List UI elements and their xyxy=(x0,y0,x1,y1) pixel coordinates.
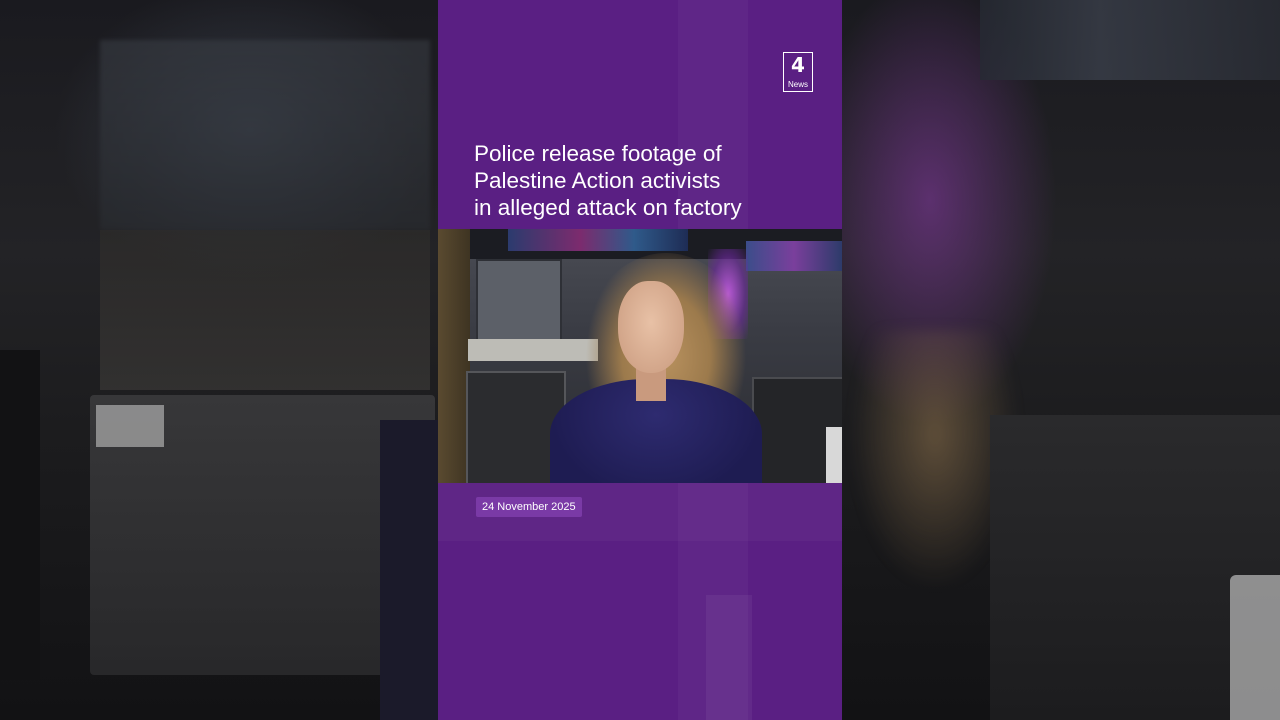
headline-line: Palestine Action activists xyxy=(474,168,721,193)
logo-mark: 4 xyxy=(791,53,805,77)
presenter-video-frame[interactable] xyxy=(438,229,842,483)
headline-line: in alleged attack on factory xyxy=(474,195,742,220)
background-shape xyxy=(380,420,440,720)
newsroom-object xyxy=(826,427,842,483)
background-screens xyxy=(980,0,1280,80)
newsroom-screens xyxy=(508,229,688,251)
headline: Police release footage of Palestine Acti… xyxy=(474,140,814,221)
short-video-panel[interactable]: 4 News Police release footage of Palesti… xyxy=(438,0,842,720)
channel-4-news-logo: 4 News xyxy=(783,52,813,92)
newsroom-window xyxy=(476,259,562,351)
background-monitor-edge xyxy=(0,350,40,680)
presenter-face xyxy=(618,281,684,373)
headline-line: Police release footage of xyxy=(474,141,722,166)
newsroom-screens-right xyxy=(746,241,842,271)
background-sticker xyxy=(96,405,164,447)
logo-wordmark: News xyxy=(787,80,808,89)
background-shelf xyxy=(100,230,430,390)
background-desk xyxy=(1230,575,1280,720)
video-player-stage[interactable]: 4 News Police release footage of Palesti… xyxy=(0,0,1280,720)
background-window xyxy=(100,40,430,230)
date-badge: 24 November 2025 xyxy=(476,497,582,517)
panel-decor-stripe-lower xyxy=(706,595,752,720)
